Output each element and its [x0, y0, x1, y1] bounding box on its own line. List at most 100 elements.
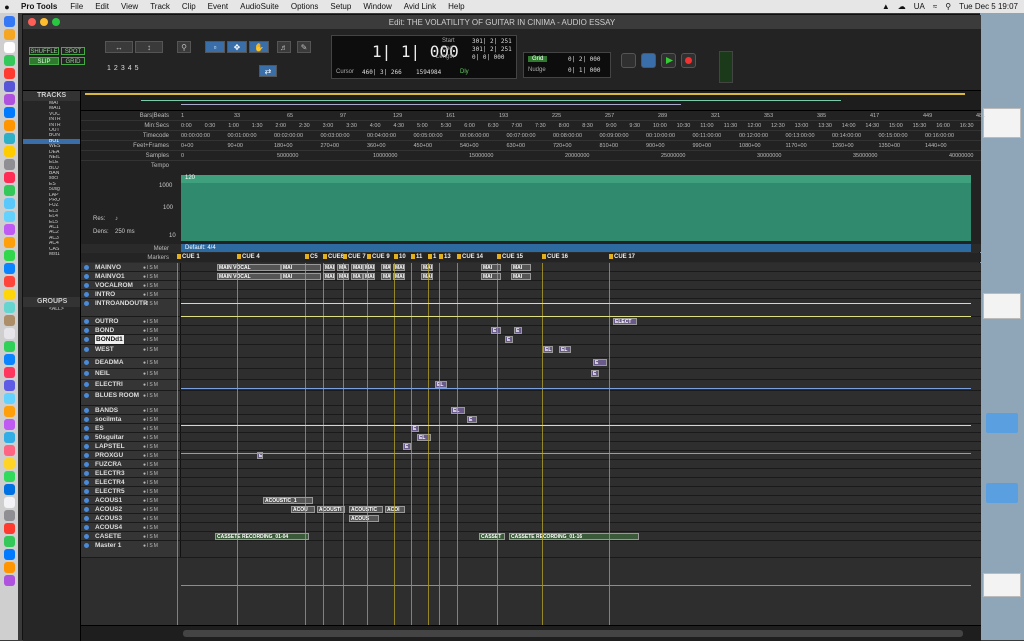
- track-name[interactable]: FUZCRA: [95, 460, 122, 469]
- clip[interactable]: MAI: [481, 273, 501, 280]
- online-button[interactable]: [621, 53, 636, 68]
- meter-ruler[interactable]: Meter Default: 4/4: [81, 244, 981, 252]
- track-mute-button[interactable]: M: [154, 347, 159, 353]
- mode-shuffle[interactable]: SHUFFLE: [29, 47, 59, 55]
- volume-automation-line[interactable]: [181, 388, 971, 389]
- track-name[interactable]: NEIL: [95, 369, 110, 378]
- track-buttons[interactable]: ●ISM: [143, 471, 159, 477]
- track-header[interactable]: MAINVO1 ●ISM: [81, 272, 181, 280]
- delay-label[interactable]: Dly: [460, 69, 469, 75]
- menu-edit[interactable]: Edit: [89, 2, 115, 11]
- dock-app-icon[interactable]: [3, 237, 15, 248]
- track-buttons[interactable]: ●ISM: [143, 328, 159, 334]
- markers-ruler[interactable]: Markers CUE 1 CUE 4 C5 CUE6 CUE 7 CUE 9 10 11 1 1…: [81, 253, 981, 262]
- menu-setup[interactable]: Setup: [324, 2, 357, 11]
- wifi-icon[interactable]: ≈: [933, 2, 937, 11]
- track-header[interactable]: ES ●ISM: [81, 424, 181, 432]
- desktop-file-icon[interactable]: [983, 293, 1021, 319]
- track-mute-button[interactable]: M: [154, 337, 159, 343]
- track-row[interactable]: ELECTR5 ●ISM: [81, 487, 981, 496]
- menu-audiosuite[interactable]: AudioSuite: [234, 2, 285, 11]
- marker[interactable]: CUE 4: [237, 253, 260, 262]
- dock-app-icon[interactable]: [3, 328, 15, 339]
- track-mute-button[interactable]: M: [154, 382, 159, 388]
- dock-app-icon[interactable]: [3, 549, 15, 560]
- track-buttons[interactable]: ●ISM: [143, 426, 159, 432]
- track-mute-button[interactable]: M: [154, 408, 159, 414]
- zoom-preset-4[interactable]: 4: [128, 65, 132, 72]
- track-name[interactable]: ACOUS3: [95, 514, 122, 523]
- track-row[interactable]: OUTRO ●ISM ELECT: [81, 317, 981, 326]
- track-mute-button[interactable]: M: [154, 426, 159, 432]
- clip[interactable]: MA: [381, 273, 391, 280]
- dock-app-icon[interactable]: [3, 81, 15, 92]
- track-mute-button[interactable]: M: [154, 516, 159, 522]
- dock-app-icon[interactable]: [3, 419, 15, 430]
- dock-app-icon[interactable]: [3, 341, 15, 352]
- marker[interactable]: CUE 9: [367, 253, 390, 262]
- tempo-lane[interactable]: [181, 175, 971, 241]
- clip[interactable]: CASSETE RECORDING_01-16: [509, 533, 639, 540]
- clip[interactable]: ACOUSTIC: [349, 506, 383, 513]
- marker[interactable]: C5: [305, 253, 318, 262]
- ruler-min-secs[interactable]: Min:Secs 0:00 0:30 1:00 1:30 2:00 2:30 3:00 3:30…: [81, 121, 981, 131]
- clip[interactable]: MAIN VOCAL: [217, 264, 281, 271]
- clip[interactable]: E: [505, 336, 513, 343]
- track-header[interactable]: LAPSTEL ●ISM: [81, 442, 181, 450]
- track-row[interactable]: LAPSTEL ●ISM E: [81, 442, 981, 451]
- desktop-file-icon[interactable]: [983, 573, 1021, 597]
- track-buttons[interactable]: ●ISM: [143, 319, 159, 325]
- play-button[interactable]: [661, 53, 676, 68]
- track-mute-button[interactable]: M: [154, 301, 159, 307]
- folder-icon[interactable]: [986, 483, 1018, 503]
- pencil-tool-icon[interactable]: ✎: [297, 41, 311, 53]
- clip[interactable]: E: [403, 443, 411, 450]
- track-mute-button[interactable]: M: [154, 360, 159, 366]
- menu-options[interactable]: Options: [285, 2, 325, 11]
- record-button[interactable]: [681, 53, 696, 68]
- dock-app-icon[interactable]: [3, 380, 15, 391]
- track-name[interactable]: WEST: [95, 345, 114, 354]
- dock-app-icon[interactable]: [3, 107, 15, 118]
- status-icon[interactable]: ▲: [882, 2, 890, 11]
- track-buttons[interactable]: ●ISM: [143, 498, 159, 504]
- marker[interactable]: CUE 17: [609, 253, 635, 262]
- tracks-list-item[interactable]: Mst1: [23, 252, 80, 257]
- zoom-preset-3[interactable]: 3: [121, 65, 125, 72]
- dock-app-icon[interactable]: [3, 68, 15, 79]
- clip[interactable]: MAI: [421, 273, 433, 280]
- zoom-preset-5[interactable]: 5: [135, 65, 139, 72]
- track-buttons[interactable]: ●ISM: [143, 347, 159, 353]
- track-buttons[interactable]: ●ISM: [143, 283, 159, 289]
- track-mute-button[interactable]: M: [154, 265, 159, 271]
- folder-icon[interactable]: [986, 413, 1018, 433]
- track-name[interactable]: ES: [95, 424, 104, 433]
- track-name[interactable]: ELECTR3: [95, 469, 125, 478]
- dock-app-icon[interactable]: [3, 185, 15, 196]
- marker[interactable]: 13: [439, 253, 451, 262]
- dock-app-icon[interactable]: [3, 55, 15, 66]
- ruler-samples[interactable]: Samples 0 5000000 10000000 15000000 20000000 2…: [81, 151, 981, 161]
- track-header[interactable]: PROXGU ●ISM: [81, 451, 181, 459]
- search-icon[interactable]: ⚲: [945, 2, 951, 11]
- track-row[interactable]: ELECTR3 ●ISM: [81, 469, 981, 478]
- track-header[interactable]: BOND ●ISM: [81, 326, 181, 334]
- track-buttons[interactable]: ●ISM: [143, 516, 159, 522]
- track-row[interactable]: WEST ●ISM EL EL: [81, 345, 981, 358]
- clip[interactable]: MAI: [323, 273, 335, 280]
- clip[interactable]: MAI: [323, 264, 335, 271]
- track-name[interactable]: VOCALROM: [95, 281, 133, 290]
- clip[interactable]: MA: [381, 264, 391, 271]
- zoom-preset-2[interactable]: 2: [114, 65, 118, 72]
- nudge-label[interactable]: Nudge: [528, 67, 546, 73]
- track-buttons[interactable]: ●ISM: [143, 360, 159, 366]
- track-header[interactable]: VOCALROM ●ISM: [81, 281, 181, 289]
- track-buttons[interactable]: ●ISM: [143, 292, 159, 298]
- menu-clip[interactable]: Clip: [176, 2, 202, 11]
- menu-window[interactable]: Window: [357, 2, 397, 11]
- track-header[interactable]: DEADMA ●ISM: [81, 358, 181, 368]
- track-header[interactable]: ACOUS1 ●ISM: [81, 496, 181, 504]
- mode-grid[interactable]: GRID: [61, 57, 85, 65]
- track-mute-button[interactable]: M: [154, 480, 159, 486]
- track-header[interactable]: 50sguitar ●ISM: [81, 433, 181, 441]
